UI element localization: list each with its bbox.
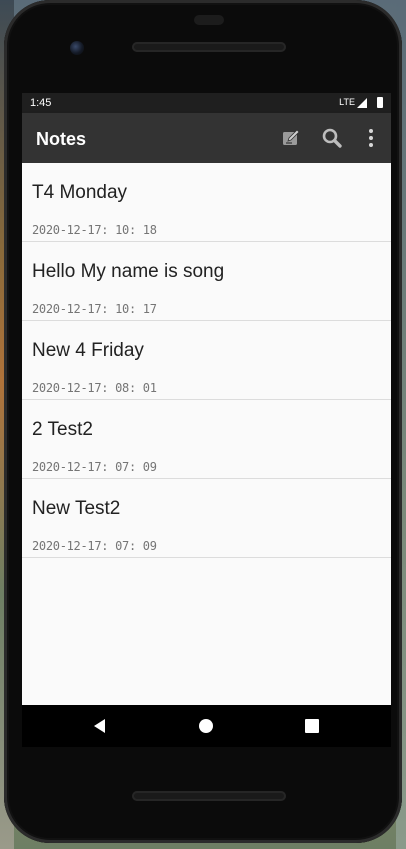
notes-list: T4 Monday 2020-12-17: 10: 18 Hello My na… bbox=[22, 163, 391, 558]
list-item[interactable]: T4 Monday 2020-12-17: 10: 18 bbox=[22, 163, 391, 242]
note-title: Hello My name is song bbox=[32, 261, 225, 282]
home-icon[interactable] bbox=[195, 715, 217, 737]
list-item[interactable]: New 4 Friday 2020-12-17: 08: 01 bbox=[22, 321, 391, 400]
top-speaker-grille bbox=[132, 42, 286, 52]
note-title: 2 Test2 bbox=[32, 419, 93, 440]
list-item[interactable]: 2 Test2 2020-12-17: 07: 09 bbox=[22, 400, 391, 479]
more-vert-icon[interactable] bbox=[359, 126, 383, 150]
note-date: 2020-12-17: 10: 18 bbox=[32, 223, 157, 237]
signal-icon bbox=[357, 98, 367, 108]
note-date: 2020-12-17: 10: 17 bbox=[32, 302, 157, 316]
back-icon[interactable] bbox=[89, 715, 111, 737]
note-date: 2020-12-17: 07: 09 bbox=[32, 539, 157, 553]
note-title: T4 Monday bbox=[32, 182, 128, 203]
app-title: Notes bbox=[36, 129, 87, 149]
bottom-speaker-grille bbox=[132, 791, 286, 801]
status-time: 1:45 bbox=[30, 97, 52, 109]
battery-icon bbox=[377, 97, 383, 108]
list-item[interactable]: Hello My name is song 2020-12-17: 10: 17 bbox=[22, 242, 391, 321]
device-screen: 1:45 LTE Notes T4 Monday 2020-12-17: 10:… bbox=[22, 93, 391, 747]
earpiece bbox=[194, 15, 224, 25]
note-date: 2020-12-17: 08: 01 bbox=[32, 381, 157, 395]
search-icon[interactable] bbox=[320, 126, 344, 150]
app-bar: Notes bbox=[22, 113, 391, 163]
note-title: New Test2 bbox=[32, 498, 121, 519]
status-bar: 1:45 LTE bbox=[22, 93, 391, 113]
note-title: New 4 Friday bbox=[32, 340, 144, 361]
navigation-bar bbox=[22, 705, 391, 747]
recents-icon[interactable] bbox=[301, 715, 323, 737]
edit-note-icon[interactable] bbox=[279, 126, 303, 150]
note-date: 2020-12-17: 07: 09 bbox=[32, 460, 157, 474]
network-type: LTE bbox=[339, 97, 355, 107]
front-camera-icon bbox=[70, 41, 84, 55]
list-item[interactable]: New Test2 2020-12-17: 07: 09 bbox=[22, 479, 391, 558]
